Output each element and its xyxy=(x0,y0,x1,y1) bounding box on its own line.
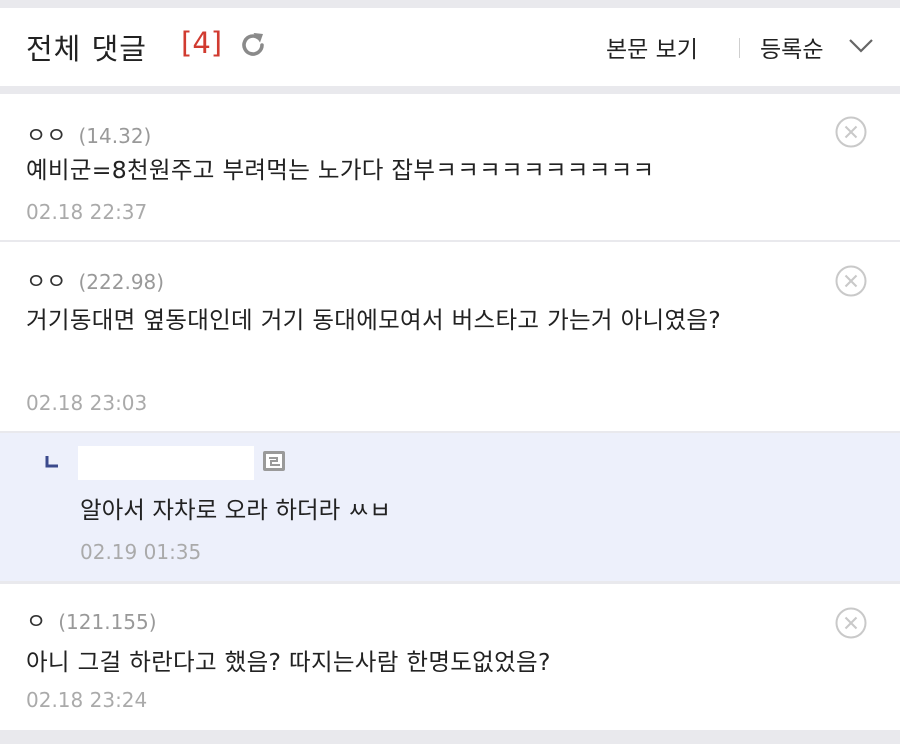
comment-author: ㅇㅇ (222.98) xyxy=(26,264,164,296)
reply-date: 02.19 01:35 xyxy=(80,540,202,564)
author-ip: (222.98) xyxy=(78,270,165,294)
sort-order-select[interactable]: 등록순 xyxy=(760,30,823,64)
author-nick: ㅇㅇ xyxy=(26,270,67,295)
chevron-down-icon[interactable] xyxy=(848,38,874,54)
author-nick: ㅇㅇ xyxy=(26,124,67,149)
header-title: 전체 댓글 xyxy=(26,32,147,66)
reply-arrow-icon xyxy=(45,456,58,468)
author-ip: (14.32) xyxy=(78,124,152,148)
delete-circle-x-icon[interactable] xyxy=(834,264,868,298)
refresh-icon[interactable] xyxy=(238,30,268,60)
delete-circle-x-icon[interactable] xyxy=(834,606,868,640)
view-body-button[interactable]: 본문 보기 xyxy=(606,30,698,64)
comment-date: 02.18 23:24 xyxy=(26,688,148,712)
reply-author-nick xyxy=(78,446,254,480)
comment-date: 02.18 23:03 xyxy=(26,391,148,415)
comment-item: ㅇㅇ (222.98) 거기동대면 옆동대인데 거기 동대에모여서 버스타고 가는… xyxy=(0,242,900,431)
gallog-icon[interactable] xyxy=(262,450,286,472)
comment-text: 거기동대면 옆동대인데 거기 동대에모여서 버스타고 가는거 아니였음? xyxy=(26,306,722,334)
comment-text: 아니 그걸 하란다고 했음? 따지는사람 한명도없었음? xyxy=(26,648,551,676)
comment-author: ㅇㅇ (14.32) xyxy=(26,118,151,150)
delete-circle-x-icon[interactable] xyxy=(834,115,868,149)
comment-item: ㅇㅇ (14.32) 예비군=8천원주고 부려먹는 노가다 잡부ㅋㅋㅋㅋㅋㅋㅋㅋㅋ… xyxy=(0,94,900,240)
comment-author: ㅇ (121.155) xyxy=(26,604,157,636)
comment-item: ㅇ (121.155) 아니 그걸 하란다고 했음? 따지는사람 한명도없었음? … xyxy=(0,584,900,730)
comment-header: 전체 댓글 [4] 본문 보기 등록순 xyxy=(0,8,900,86)
reply-text: 알아서 자차로 오라 하더라 ㅆㅂ xyxy=(80,496,391,524)
header-divider xyxy=(739,38,740,58)
author-ip: (121.155) xyxy=(58,610,157,634)
author-nick: ㅇ xyxy=(26,610,47,635)
comment-text: 예비군=8천원주고 부려먹는 노가다 잡부ㅋㅋㅋㅋㅋㅋㅋㅋㅋㅋ xyxy=(26,156,655,184)
comment-count: [4] xyxy=(181,26,223,60)
comment-date: 02.18 22:37 xyxy=(26,200,148,224)
